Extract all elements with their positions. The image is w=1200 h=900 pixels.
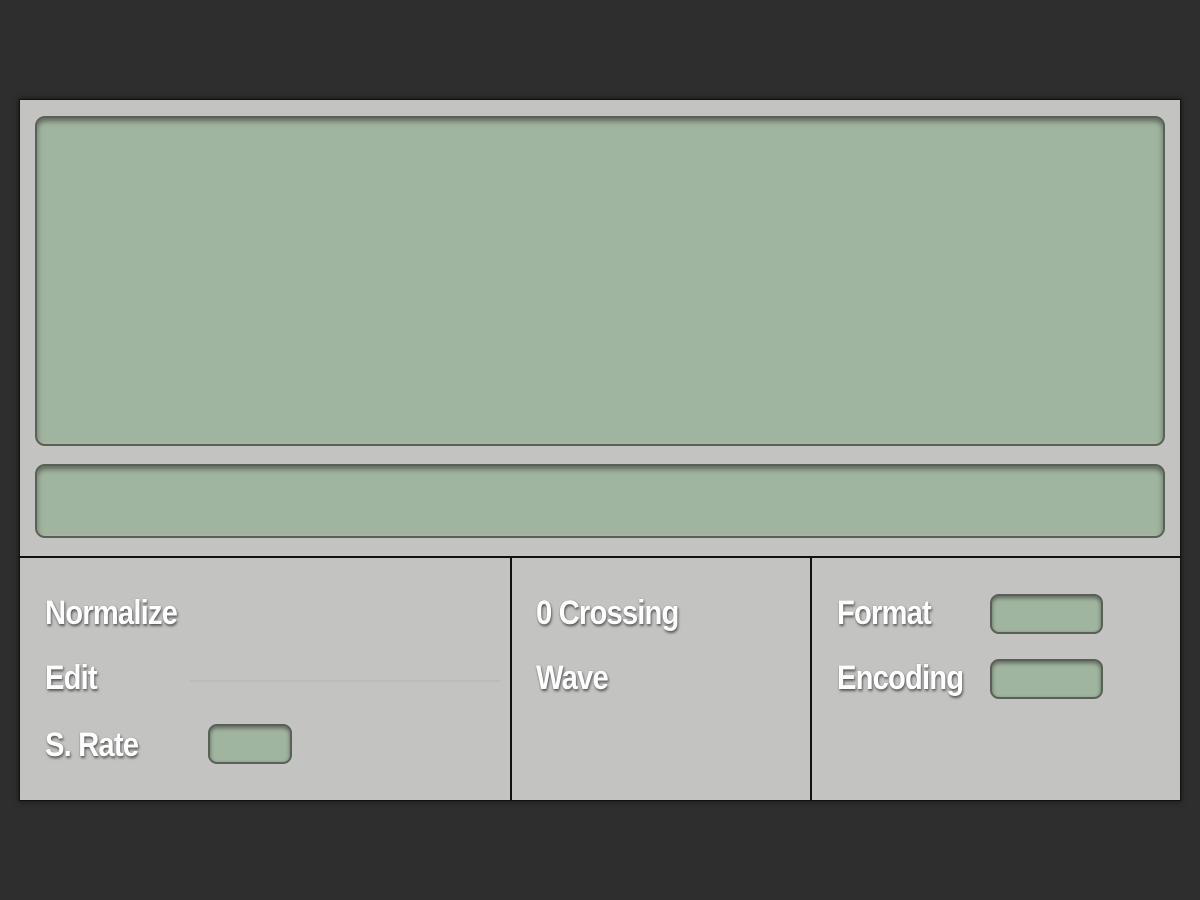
edit-slider-track [190, 680, 500, 682]
status-display [35, 464, 1165, 538]
normalize-button[interactable]: Normalize [45, 593, 178, 633]
control-panel: Normalize Edit S. Rate 0 Crossing Wave F… [20, 558, 1180, 800]
encoding-label: Encoding [837, 659, 964, 697]
format-label: Format [837, 594, 932, 632]
display-panel [20, 100, 1180, 558]
zero-crossing-button[interactable]: 0 Crossing [536, 593, 679, 633]
sample-rate-label: S. Rate [45, 726, 139, 764]
control-section-edit: Normalize Edit S. Rate [20, 558, 508, 800]
wave-button[interactable]: Wave [536, 658, 609, 698]
waveform-display[interactable] [35, 116, 1165, 446]
control-section-format: Format Encoding [810, 558, 1182, 800]
encoding-display[interactable] [990, 659, 1103, 699]
format-display[interactable] [990, 594, 1103, 634]
control-section-wave: 0 Crossing Wave [510, 558, 810, 800]
sample-rate-display[interactable] [208, 724, 292, 764]
edit-button[interactable]: Edit [45, 658, 98, 698]
audio-editor-device: Normalize Edit S. Rate 0 Crossing Wave F… [19, 99, 1181, 801]
